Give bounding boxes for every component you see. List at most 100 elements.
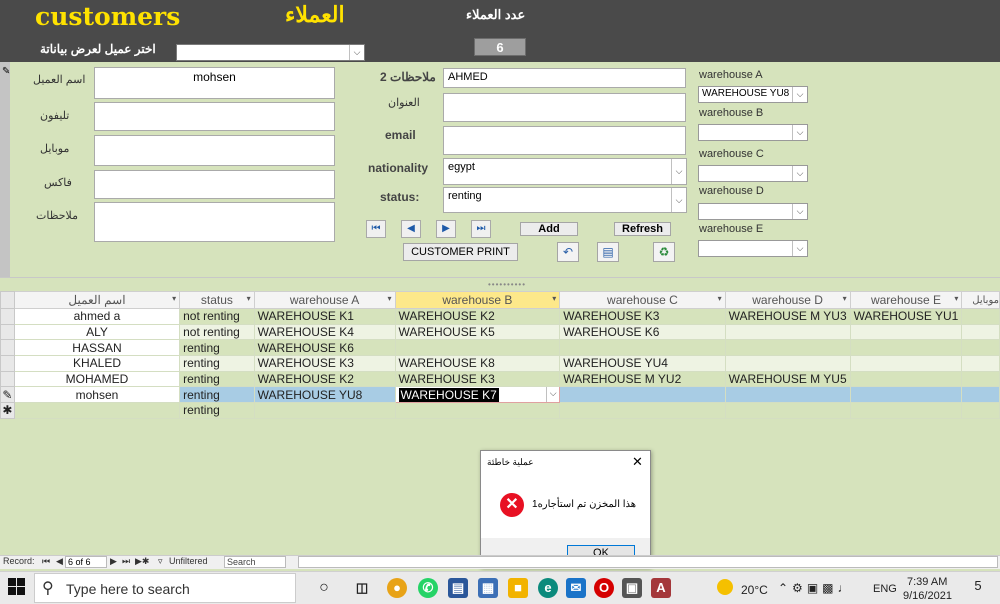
- wh-b-combo[interactable]: ⌵: [698, 124, 808, 141]
- chevron-down-icon[interactable]: ⌵: [671, 159, 686, 184]
- whatsapp-icon[interactable]: ✆: [418, 578, 438, 598]
- status-combo[interactable]: renting ⌵: [443, 187, 687, 213]
- wh-e-combo[interactable]: ⌵: [698, 240, 808, 257]
- customer-print-button[interactable]: CUSTOMER PRINT: [403, 243, 518, 261]
- cell-warehouse-d[interactable]: [724, 402, 851, 419]
- column-header-warehouse-b[interactable]: warehouse B ▾: [394, 291, 561, 309]
- sort-dropdown-icon[interactable]: ▾: [247, 294, 251, 303]
- cell-status[interactable]: not renting: [179, 308, 255, 325]
- chevron-down-icon[interactable]: ⌵: [792, 204, 807, 219]
- row-selector[interactable]: [0, 308, 15, 325]
- last-record-button[interactable]: ⏭: [471, 220, 491, 238]
- table-row[interactable]: ALY not renting WAREHOUSE K4 WAREHOUSE K…: [0, 323, 1000, 341]
- refresh-button[interactable]: Refresh: [614, 222, 671, 236]
- cell-warehouse-b-editing[interactable]: WAREHOUSE K7 ⌵: [394, 386, 561, 404]
- cell-warehouse-d[interactable]: [724, 386, 851, 404]
- row-selector[interactable]: ✎: [0, 386, 15, 404]
- cell-warehouse-c[interactable]: WAREHOUSE YU4: [559, 355, 726, 372]
- row-selector[interactable]: [0, 339, 15, 357]
- cell-name[interactable]: ahmed a: [13, 308, 181, 325]
- wh-c-combo[interactable]: ⌵: [698, 165, 808, 182]
- column-header-warehouse-e[interactable]: warehouse E ▾: [849, 291, 963, 309]
- chevron-down-icon[interactable]: ⌵: [792, 125, 807, 140]
- wh-a-combo[interactable]: WAREHOUSE YU8 ⌵: [698, 86, 808, 103]
- cell-warehouse-a[interactable]: WAREHOUSE K3: [253, 355, 396, 372]
- cell-mobile[interactable]: [961, 402, 1000, 419]
- filter-status[interactable]: Unfiltered: [169, 556, 208, 566]
- cell-mobile[interactable]: [961, 323, 1000, 341]
- nav-first-icon[interactable]: ⏮: [42, 556, 50, 567]
- nationality-combo[interactable]: egypt ⌵: [443, 158, 687, 185]
- cell-warehouse-c[interactable]: WAREHOUSE K6: [559, 323, 726, 341]
- fax-field[interactable]: [94, 170, 335, 199]
- nav-last-icon[interactable]: ⏭: [122, 556, 130, 567]
- cell-warehouse-e[interactable]: [849, 323, 963, 341]
- column-header-mobile[interactable]: موبايل: [961, 291, 1000, 309]
- taskbar-search-placeholder[interactable]: Type here to search: [66, 581, 190, 597]
- record-number-input[interactable]: 6 of 6: [65, 556, 107, 568]
- row-selector[interactable]: [0, 355, 15, 372]
- chevron-down-icon[interactable]: ⌵: [349, 45, 364, 60]
- system-tray-icons[interactable]: ⌃⚙▣▩♩: [778, 581, 854, 595]
- previous-record-button[interactable]: ◀: [401, 220, 421, 238]
- cell-warehouse-c[interactable]: [559, 402, 726, 419]
- cell-warehouse-b[interactable]: WAREHOUSE K5: [394, 323, 561, 341]
- cell-warehouse-e[interactable]: [849, 386, 963, 404]
- cell-warehouse-c[interactable]: WAREHOUSE K3: [559, 308, 726, 325]
- clock-time[interactable]: 7:39 AM: [907, 576, 947, 588]
- cell-name[interactable]: mohsen: [13, 386, 181, 404]
- chevron-down-icon[interactable]: ⌵: [792, 166, 807, 181]
- save-button[interactable]: ▤: [597, 242, 619, 262]
- row-selector[interactable]: [0, 323, 15, 341]
- cell-name[interactable]: KHALED: [13, 355, 181, 372]
- sort-dropdown-icon[interactable]: ▾: [718, 294, 722, 303]
- table-row[interactable]: KHALED renting WAREHOUSE K3 WAREHOUSE K8…: [0, 355, 1000, 372]
- cell-warehouse-a[interactable]: WAREHOUSE K2: [253, 370, 396, 388]
- nav-next-icon[interactable]: ▶: [110, 556, 117, 567]
- column-header-status[interactable]: status ▾: [179, 291, 255, 309]
- cell-warehouse-d[interactable]: [724, 323, 851, 341]
- table-row-current[interactable]: ✎ mohsen renting WAREHOUSE YU8 WAREHOUSE…: [0, 386, 1000, 404]
- cell-mobile[interactable]: [961, 308, 1000, 325]
- address-field[interactable]: [443, 93, 686, 122]
- mobile-field[interactable]: [94, 135, 335, 166]
- cortana-icon[interactable]: ○: [314, 578, 334, 598]
- sort-dropdown-icon[interactable]: ▾: [387, 294, 391, 303]
- cell-warehouse-c[interactable]: WAREHOUSE M YU2: [559, 370, 726, 388]
- table-row[interactable]: HASSAN renting WAREHOUSE K6: [0, 339, 1000, 357]
- column-header-warehouse-d[interactable]: warehouse D ▾: [724, 291, 851, 309]
- sort-dropdown-icon[interactable]: ▾: [843, 294, 847, 303]
- cell-warehouse-a[interactable]: WAREHOUSE K6: [253, 339, 396, 357]
- chevron-down-icon[interactable]: ⌵: [671, 188, 686, 212]
- cell-status[interactable]: renting: [179, 355, 255, 372]
- cell-status[interactable]: not renting: [179, 323, 255, 341]
- chrome-icon[interactable]: ●: [387, 578, 407, 598]
- cell-warehouse-b[interactable]: WAREHOUSE K2: [394, 308, 561, 325]
- notes-field[interactable]: [94, 202, 335, 242]
- cell-mobile[interactable]: [961, 370, 1000, 388]
- column-header-warehouse-c[interactable]: warehouse C ▾: [559, 291, 726, 309]
- cell-warehouse-b[interactable]: [394, 402, 561, 419]
- cell-warehouse-d[interactable]: [724, 339, 851, 357]
- cell-status[interactable]: renting: [179, 339, 255, 357]
- name-field[interactable]: mohsen: [94, 67, 335, 99]
- horizontal-scrollbar[interactable]: [298, 556, 998, 568]
- chevron-down-icon[interactable]: ⌵: [546, 387, 559, 402]
- chevron-down-icon[interactable]: ⌵: [792, 241, 807, 256]
- cell-status[interactable]: renting: [179, 386, 255, 404]
- weather-icon[interactable]: [717, 579, 733, 595]
- edge-icon[interactable]: e: [538, 578, 558, 598]
- table-row[interactable]: MOHAMED renting WAREHOUSE K2 WAREHOUSE K…: [0, 370, 1000, 388]
- weather-temperature[interactable]: 20°C: [741, 583, 768, 597]
- opera-icon[interactable]: O: [594, 578, 614, 598]
- cell-name[interactable]: MOHAMED: [13, 370, 181, 388]
- cell-mobile[interactable]: [961, 355, 1000, 372]
- network-app-icon[interactable]: ▤: [448, 578, 468, 598]
- cell-warehouse-b[interactable]: [394, 339, 561, 357]
- notes2-field[interactable]: AHMED: [443, 68, 686, 88]
- table-row-new[interactable]: ✱ renting: [0, 402, 1000, 419]
- cell-warehouse-e[interactable]: WAREHOUSE YU1: [849, 308, 963, 325]
- table-row[interactable]: ahmed a not renting WAREHOUSE K1 WAREHOU…: [0, 308, 1000, 325]
- cell-status[interactable]: renting: [179, 370, 255, 388]
- close-icon[interactable]: ✕: [632, 454, 643, 470]
